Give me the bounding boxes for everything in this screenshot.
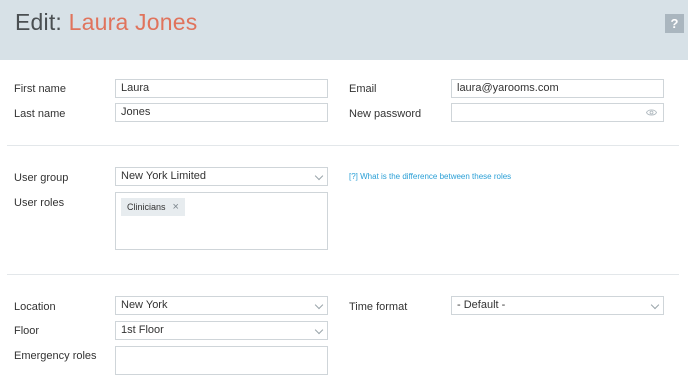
chevron-down-icon [314,300,324,310]
location-select[interactable]: New York [115,296,328,315]
time-format-label: Time format [349,301,408,313]
time-format-select[interactable]: - Default - [451,296,664,315]
emergency-roles-label: Emergency roles [14,350,97,362]
page-header: Edit: Laura Jones ? [0,0,688,60]
first-name-input[interactable]: Laura [115,79,328,98]
title-prefix: Edit: [15,9,63,35]
last-name-label: Last name [14,108,66,120]
user-roles-input[interactable]: Clinicians × [115,192,328,250]
emergency-roles-input[interactable] [115,346,328,375]
user-roles-label: User roles [14,197,65,209]
role-tag: Clinicians × [121,198,185,216]
eye-icon[interactable] [646,108,657,117]
title-user-name: Laura Jones [68,9,198,35]
location-value: New York [121,299,168,311]
first-name-label: First name [14,83,66,95]
user-group-value: New York Limited [121,170,206,182]
section-divider [7,274,679,275]
floor-value: 1st Floor [121,324,164,336]
section-divider [7,145,679,146]
new-password-label: New password [349,108,422,120]
page-title: Edit: Laura Jones [15,9,197,36]
location-label: Location [14,301,56,313]
time-format-value: - Default - [457,299,506,311]
help-button[interactable]: ? [665,14,684,33]
role-tag-label: Clinicians [127,202,166,212]
email-label: Email [349,83,377,95]
floor-label: Floor [14,325,40,337]
user-group-select[interactable]: New York Limited [115,167,328,186]
floor-select[interactable]: 1st Floor [115,321,328,340]
roles-help-link[interactable]: [?] What is the difference between these… [349,172,511,181]
new-password-input[interactable] [451,103,664,122]
user-group-label: User group [14,172,69,184]
chevron-down-icon [314,325,324,335]
email-input[interactable]: laura@yarooms.com [451,79,664,98]
chevron-down-icon [314,171,324,181]
close-icon[interactable]: × [173,201,179,213]
last-name-input[interactable]: Jones [115,103,328,122]
chevron-down-icon [650,300,660,310]
